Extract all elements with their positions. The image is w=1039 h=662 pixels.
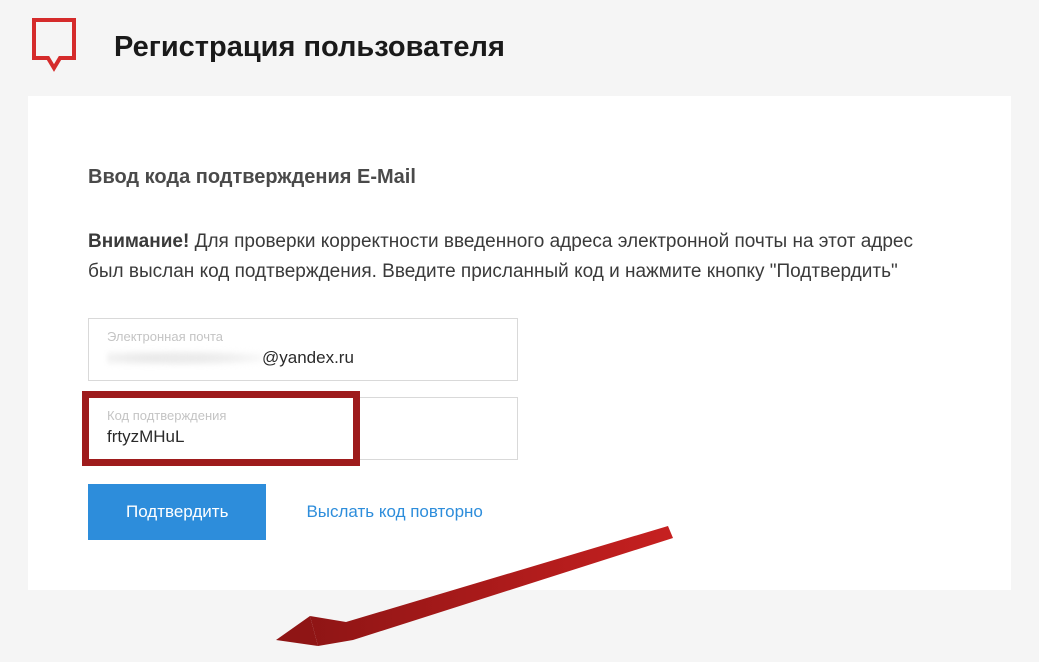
page-header: Регистрация пользователя bbox=[0, 0, 1039, 96]
subheading: Ввод кода подтверждения E-Mail bbox=[88, 166, 951, 189]
content-card: Ввод кода подтверждения E-Mail Внимание!… bbox=[28, 96, 1011, 590]
email-field-group: Электронная почта @yandex.ru bbox=[88, 318, 518, 381]
confirm-button[interactable]: Подтвердить bbox=[88, 484, 266, 540]
resend-code-link[interactable]: Выслать код повторно bbox=[306, 502, 482, 522]
page-title: Регистрация пользователя bbox=[114, 31, 505, 64]
actions-row: Подтвердить Выслать код повторно bbox=[88, 484, 951, 540]
email-field-label: Электронная почта bbox=[107, 329, 499, 344]
instruction-text: Внимание! Для проверки корректности введ… bbox=[88, 227, 951, 288]
instruction-bold: Внимание! bbox=[88, 231, 189, 252]
email-field-value: @yandex.ru bbox=[107, 348, 499, 368]
code-field-label: Код подтверждения bbox=[107, 408, 499, 423]
code-input[interactable] bbox=[107, 427, 499, 447]
code-field-wrapper: Код подтверждения bbox=[88, 397, 518, 460]
code-field-group[interactable]: Код подтверждения bbox=[88, 397, 518, 460]
email-blurred-part bbox=[107, 349, 262, 367]
mosru-logo-icon bbox=[30, 18, 78, 76]
email-domain: @yandex.ru bbox=[262, 348, 354, 367]
instruction-rest: Для проверки корректности введенного адр… bbox=[88, 231, 913, 282]
